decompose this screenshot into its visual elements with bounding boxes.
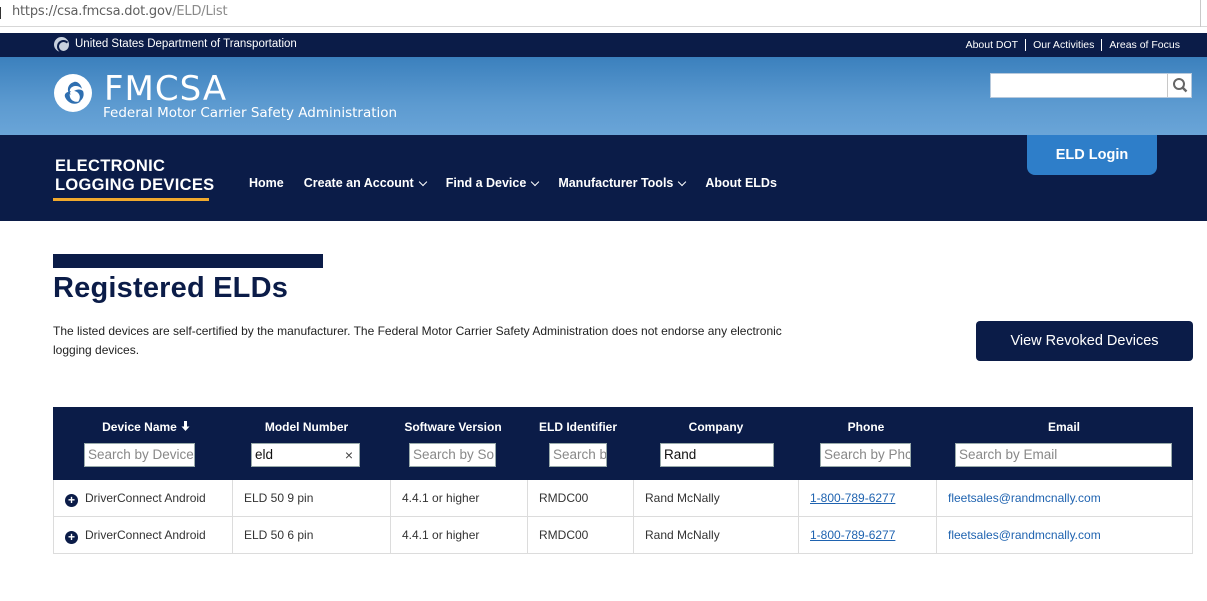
url-host: https://csa.fmcsa.dot.gov [12,4,173,19]
site-title[interactable]: ELECTRONIC LOGGING DEVICES [55,157,214,195]
site-title-line1: ELECTRONIC [55,157,166,175]
filter-value: eld [255,447,274,462]
device-name-cell[interactable]: + DriverConnect Android [54,480,232,516]
site-title-line2: LOGGING DEVICES [55,176,215,194]
eld-table: Device Name Model Number Software Versio… [53,407,1193,554]
table-row: + DriverConnect Android ELD 50 9 pin 4.4.… [53,480,1193,517]
browser-url-bar[interactable]: https://csa.fmcsa.dot.gov/ELD/List [0,0,1207,27]
phone-link[interactable]: 1-800-789-6277 [810,491,895,505]
device-name-cell[interactable]: + DriverConnect Android [54,517,232,553]
main-nav: ELECTRONIC LOGGING DEVICES Home Create a… [0,135,1207,221]
eld-identifier-cell: RMDC00 [527,480,633,516]
page-title: Registered ELDs [53,272,289,304]
eld-identifier-cell: RMDC00 [527,517,633,553]
arrow-down-icon [181,420,190,434]
software-version-cell: 4.4.1 or higher [390,517,527,553]
dot-department-link[interactable]: United States Department of Transportati… [75,38,297,50]
nav-menu: Home Create an Account Find a Device Man… [249,176,797,190]
email-link[interactable]: fleetsales@randmcnally.com [948,528,1101,542]
column-header-software-version[interactable]: Software Version [398,420,508,434]
nav-item-manufacturer-tools[interactable]: Manufacturer Tools [558,176,687,190]
dot-seal-icon [54,37,70,53]
eld-login-button[interactable]: ELD Login [1027,135,1157,175]
search-button[interactable] [1167,74,1191,97]
view-revoked-devices-button[interactable]: View Revoked Devices [976,321,1193,361]
nav-item-find-device[interactable]: Find a Device [445,176,540,190]
device-name-filter-input[interactable]: Search by Device [84,443,195,467]
nav-item-create-account[interactable]: Create an Account [303,176,427,190]
phone-filter-input[interactable]: Search by Phc [820,443,911,467]
email-cell: fleetsales@randmcnally.com [936,480,1192,516]
nav-item-home[interactable]: Home [249,176,284,190]
search-icon [1173,78,1188,93]
model-number-cell: ELD 50 9 pin [232,480,390,516]
about-dot-link[interactable]: About DOT [959,39,1026,51]
window-divider [1200,0,1201,27]
software-version-cell: 4.4.1 or higher [390,480,527,516]
table-row: + DriverConnect Android ELD 50 6 pin 4.4.… [53,517,1193,554]
table-header: Device Name Model Number Software Versio… [53,407,1193,480]
column-header-device-name[interactable]: Device Name [91,420,201,434]
column-header-model-number[interactable]: Model Number [253,420,360,434]
cell-text: DriverConnect Android [85,491,206,505]
cell-text: DriverConnect Android [85,528,206,542]
chevron-down-icon [678,177,687,186]
fmcsa-logo-icon[interactable] [54,74,92,112]
dot-top-bar: United States Department of Transportati… [0,33,1207,57]
areas-of-focus-link[interactable]: Areas of Focus [1101,39,1187,51]
software-version-filter-input[interactable]: Search by So [409,443,496,467]
chevron-down-icon [418,177,427,186]
our-activities-link[interactable]: Our Activities [1025,39,1101,51]
expand-plus-icon[interactable]: + [65,494,78,507]
eld-identifier-filter-input[interactable]: Search b [549,443,607,467]
expand-plus-icon[interactable]: + [65,531,78,544]
window-edge [0,7,1,19]
column-header-company[interactable]: Company [666,420,766,434]
title-accent-bar [53,254,323,268]
phone-cell: 1-800-789-6277 [798,517,936,553]
site-title-underline [53,198,209,201]
dot-links: About DOT Our Activities Areas of Focus [959,39,1187,51]
model-number-filter-input[interactable]: eld × [251,443,360,467]
address-text[interactable]: https://csa.fmcsa.dot.gov/ELD/List [12,4,228,19]
clear-icon[interactable]: × [345,444,353,466]
nav-item-label: Create an Account [303,176,414,190]
column-header-eld-identifier[interactable]: ELD Identifier [533,420,623,434]
nav-item-label: Home [249,176,284,190]
phone-link[interactable]: 1-800-789-6277 [810,528,895,542]
column-header-label: Device Name [102,420,177,434]
url-path: /ELD/List [172,4,228,19]
fmcsa-subtitle: Federal Motor Carrier Safety Administrat… [103,105,398,121]
column-header-email[interactable]: Email [1014,420,1114,434]
company-cell: Rand McNally [633,517,798,553]
site-search-input[interactable] [991,74,1168,97]
email-link[interactable]: fleetsales@randmcnally.com [948,491,1101,505]
model-number-cell: ELD 50 6 pin [232,517,390,553]
nav-item-about-elds[interactable]: About ELDs [705,176,777,190]
chevron-down-icon [531,177,540,186]
email-cell: fleetsales@randmcnally.com [936,517,1192,553]
fmcsa-banner: FMCSA Federal Motor Carrier Safety Admin… [0,57,1207,135]
nav-item-label: About ELDs [705,176,777,190]
fmcsa-brand[interactable]: FMCSA [104,69,227,109]
phone-cell: 1-800-789-6277 [798,480,936,516]
company-cell: Rand McNally [633,480,798,516]
email-filter-input[interactable]: Search by Email [955,443,1172,467]
disclaimer-text: The listed devices are self-certified by… [53,324,782,357]
nav-item-label: Find a Device [445,176,527,190]
site-search [990,73,1192,98]
column-header-phone[interactable]: Phone [816,420,916,434]
company-filter-input[interactable]: Rand [660,443,774,467]
nav-item-label: Manufacturer Tools [558,176,674,190]
